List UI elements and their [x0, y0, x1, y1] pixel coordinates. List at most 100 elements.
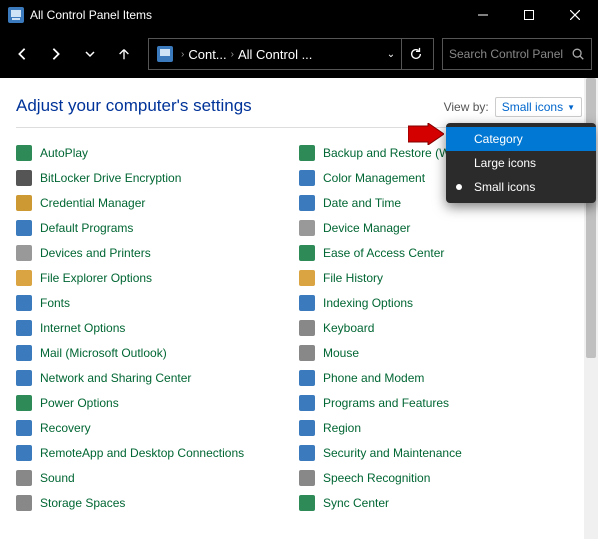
- control-panel-item[interactable]: Security and Maintenance: [299, 440, 582, 465]
- red-arrow-annotation: [408, 123, 444, 150]
- scrollbar-thumb[interactable]: [586, 78, 596, 358]
- control-panel-item[interactable]: Mouse: [299, 340, 582, 365]
- item-icon: [16, 295, 32, 311]
- address-bar[interactable]: › Cont... › All Control ... ⌄: [148, 38, 434, 70]
- item-icon: [16, 170, 32, 186]
- item-label: Internet Options: [40, 321, 125, 335]
- control-panel-item[interactable]: Mail (Microsoft Outlook): [16, 340, 299, 365]
- recent-locations-button[interactable]: [74, 38, 106, 70]
- content-area: Adjust your computer's settings View by:…: [0, 78, 598, 539]
- control-panel-item[interactable]: AutoPlay: [16, 140, 299, 165]
- item-icon: [299, 170, 315, 186]
- viewby-option-label: Small icons: [474, 180, 535, 194]
- item-icon: [16, 470, 32, 486]
- control-panel-item[interactable]: File Explorer Options: [16, 265, 299, 290]
- item-icon: [16, 320, 32, 336]
- item-label: AutoPlay: [40, 146, 88, 160]
- items-column-1: AutoPlay BitLocker Drive EncryptionCreden…: [16, 140, 299, 515]
- refresh-button[interactable]: [401, 39, 429, 69]
- control-panel-item[interactable]: Network and Sharing Center: [16, 365, 299, 390]
- item-icon: [299, 470, 315, 486]
- item-icon: [16, 220, 32, 236]
- control-panel-item[interactable]: Storage Spaces: [16, 490, 299, 515]
- up-button[interactable]: [108, 38, 140, 70]
- control-panel-item[interactable]: Speech Recognition: [299, 465, 582, 490]
- item-label: Recovery: [40, 421, 91, 435]
- control-panel-item[interactable]: Device Manager: [299, 215, 582, 240]
- item-icon: [299, 295, 315, 311]
- item-label: Default Programs: [40, 221, 133, 235]
- maximize-button[interactable]: [506, 0, 552, 30]
- item-icon: [16, 370, 32, 386]
- control-panel-item[interactable]: Default Programs: [16, 215, 299, 240]
- control-panel-item[interactable]: Region: [299, 415, 582, 440]
- viewby-menu[interactable]: Category Large icons Small icons: [446, 123, 596, 203]
- viewby-dropdown-button[interactable]: Small icons ▼: [495, 97, 582, 117]
- control-panel-icon: [8, 7, 24, 23]
- item-label: RemoteApp and Desktop Connections: [40, 446, 244, 460]
- navbar: › Cont... › All Control ... ⌄ Search Con…: [0, 30, 598, 78]
- item-icon: [16, 495, 32, 511]
- control-panel-item[interactable]: Indexing Options: [299, 290, 582, 315]
- close-button[interactable]: [552, 0, 598, 30]
- item-icon: [16, 195, 32, 211]
- item-icon: [16, 270, 32, 286]
- control-panel-item[interactable]: Fonts: [16, 290, 299, 315]
- item-label: Device Manager: [323, 221, 410, 235]
- item-label: File History: [323, 271, 383, 285]
- item-label: Sync Center: [323, 496, 389, 510]
- item-icon: [299, 420, 315, 436]
- item-label: Date and Time: [323, 196, 401, 210]
- item-label: Network and Sharing Center: [40, 371, 191, 385]
- control-panel-item[interactable]: Programs and Features: [299, 390, 582, 415]
- item-icon: [299, 320, 315, 336]
- control-panel-item[interactable]: Phone and Modem: [299, 365, 582, 390]
- titlebar: All Control Panel Items: [0, 0, 598, 30]
- search-box[interactable]: Search Control Panel: [442, 38, 592, 70]
- viewby-label: View by:: [444, 100, 489, 114]
- item-label: Keyboard: [323, 321, 374, 335]
- viewby-option-label: Category: [474, 132, 523, 146]
- viewby-option[interactable]: Category: [446, 127, 596, 151]
- minimize-button[interactable]: [460, 0, 506, 30]
- item-icon: [16, 345, 32, 361]
- control-panel-item[interactable]: Sync Center: [299, 490, 582, 515]
- item-label: Programs and Features: [323, 396, 449, 410]
- item-label: Devices and Printers: [40, 246, 151, 260]
- item-label: Fonts: [40, 296, 70, 310]
- item-label: File Explorer Options: [40, 271, 152, 285]
- item-label: Power Options: [40, 396, 119, 410]
- item-label: Speech Recognition: [323, 471, 430, 485]
- selected-bullet-icon: [456, 184, 462, 190]
- control-panel-item[interactable]: Sound: [16, 465, 299, 490]
- item-icon: [299, 195, 315, 211]
- item-icon: [16, 445, 32, 461]
- control-panel-item[interactable]: BitLocker Drive Encryption: [16, 165, 299, 190]
- chevron-right-icon[interactable]: ›: [231, 49, 234, 60]
- item-label: Mouse: [323, 346, 359, 360]
- item-icon: [299, 370, 315, 386]
- item-label: Storage Spaces: [40, 496, 125, 510]
- control-panel-item[interactable]: Ease of Access Center: [299, 240, 582, 265]
- address-dropdown-button[interactable]: ⌄: [381, 49, 401, 60]
- control-panel-item[interactable]: Power Options: [16, 390, 299, 415]
- viewby-option[interactable]: Small icons: [446, 175, 596, 199]
- page-heading: Adjust your computer's settings: [16, 96, 444, 116]
- chevron-right-icon[interactable]: ›: [181, 49, 184, 60]
- breadcrumb-1[interactable]: Cont...: [188, 47, 226, 62]
- control-panel-item[interactable]: Devices and Printers: [16, 240, 299, 265]
- item-icon: [16, 145, 32, 161]
- control-panel-item[interactable]: Recovery: [16, 415, 299, 440]
- search-icon[interactable]: [571, 47, 585, 61]
- caret-down-icon: ▼: [567, 103, 575, 112]
- control-panel-item[interactable]: Credential Manager: [16, 190, 299, 215]
- control-panel-item[interactable]: Keyboard: [299, 315, 582, 340]
- control-panel-item[interactable]: File History: [299, 265, 582, 290]
- forward-button[interactable]: [40, 38, 72, 70]
- back-button[interactable]: [6, 38, 38, 70]
- control-panel-item[interactable]: RemoteApp and Desktop Connections: [16, 440, 299, 465]
- control-panel-item[interactable]: Internet Options: [16, 315, 299, 340]
- item-label: Phone and Modem: [323, 371, 424, 385]
- viewby-option[interactable]: Large icons: [446, 151, 596, 175]
- breadcrumb-2[interactable]: All Control ...: [238, 47, 312, 62]
